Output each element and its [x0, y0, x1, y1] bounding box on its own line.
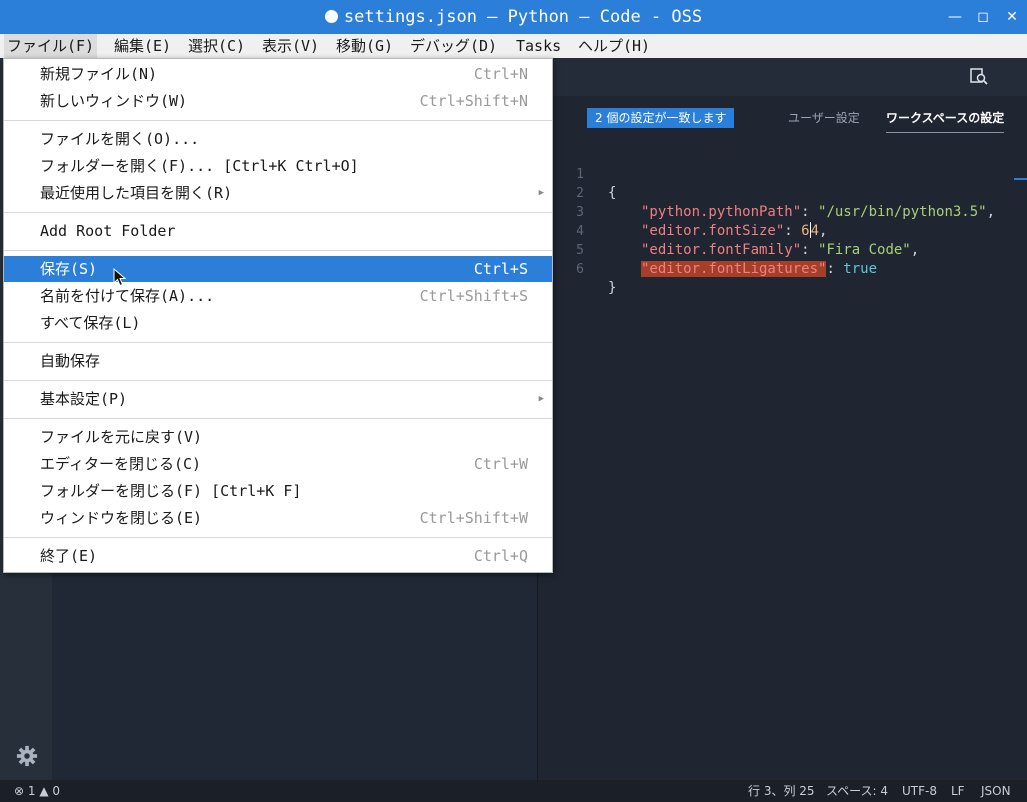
- code-line: 2 "python.pythonPath": "/usr/bin/python3…: [538, 165, 1027, 220]
- menu-item-close-editor[interactable]: エディターを閉じる(C) Ctrl+W: [4, 451, 552, 477]
- encoding[interactable]: UTF-8: [902, 780, 937, 802]
- menu-item-add-root-folder[interactable]: Add Root Folder: [4, 218, 552, 244]
- maximize-icon[interactable]: ◻: [968, 0, 998, 34]
- editor-area: 2 個の設定が一致します ユーザー設定 ワークスペースの設定 1 { 2 "py…: [537, 58, 1027, 780]
- warning-icon: ▲: [39, 784, 49, 798]
- menu-item-open-recent[interactable]: 最近使用した項目を開く(R) ▶: [4, 180, 552, 206]
- menu-item-revert-file[interactable]: ファイルを元に戻す(V): [4, 424, 552, 450]
- line-number: 6: [576, 262, 584, 277]
- menu-go[interactable]: 移動(G): [333, 34, 396, 58]
- window-title-text: settings.json — Python — Code - OSS: [343, 7, 703, 27]
- menu-item-exit[interactable]: 終了(E) Ctrl+Q: [4, 543, 552, 569]
- menu-file[interactable]: ファイル(F): [4, 34, 98, 58]
- menu-separator: [4, 418, 552, 419]
- error-icon: ⊗: [14, 784, 25, 798]
- open-settings-icon[interactable]: [970, 68, 988, 86]
- search-match-highlight: "editor.fontLigatures": [641, 261, 827, 277]
- submenu-arrow-icon: ▶: [538, 394, 544, 404]
- menu-bar: ファイル(F) 編集(E) 選択(C) 表示(V) 移動(G) デバッグ(D) …: [0, 34, 1027, 59]
- menu-item-auto-save[interactable]: 自動保存: [4, 348, 552, 374]
- menu-item-new-window[interactable]: 新しいウィンドウ(W) Ctrl+Shift+N: [4, 88, 552, 114]
- menu-separator: [4, 537, 552, 538]
- menu-view[interactable]: 表示(V): [259, 34, 322, 58]
- menu-separator: [4, 342, 552, 343]
- code-line: 5 "editor.fontLigatures": true: [538, 222, 1027, 277]
- tab-workspace-settings[interactable]: ワークスペースの設定: [886, 104, 1005, 133]
- editor-tab-row: [538, 58, 1027, 96]
- match-count-badge: 2 個の設定が一致します: [587, 108, 735, 128]
- close-icon[interactable]: ✕: [997, 0, 1027, 34]
- submenu-arrow-icon: ▶: [538, 188, 544, 198]
- file-menu-dropdown: 新規ファイル(N) Ctrl+N 新しいウィンドウ(W) Ctrl+Shift+N …: [3, 58, 553, 573]
- unsaved-dot-icon: [324, 10, 338, 23]
- language-mode[interactable]: JSON: [981, 780, 1011, 802]
- code-text: "editor.fontLigatures": true: [641, 261, 878, 277]
- menu-edit[interactable]: 編集(E): [111, 34, 174, 58]
- title-bar: settings.json — Python — Code - OSS — ◻ …: [0, 0, 1027, 34]
- menu-debug[interactable]: デバッグ(D): [407, 34, 500, 58]
- menu-item-preferences[interactable]: 基本設定(P) ▶: [4, 386, 552, 412]
- indentation[interactable]: スペース: 4: [826, 780, 888, 802]
- problems-indicator[interactable]: ⊗ 1 ▲ 0: [14, 780, 60, 802]
- menu-separator: [4, 250, 552, 251]
- menu-separator: [4, 212, 552, 213]
- menu-help[interactable]: ヘルプ(H): [575, 34, 653, 58]
- error-count: 1: [27, 784, 36, 798]
- settings-header: 2 個の設定が一致します ユーザー設定 ワークスペースの設定: [538, 104, 1027, 134]
- minimize-icon[interactable]: —: [940, 0, 970, 34]
- status-bar: ⊗ 1 ▲ 0 行 3、列 25 スペース: 4 UTF-8 LF JSON: [0, 780, 1027, 802]
- menu-item-close-folder[interactable]: フォルダーを閉じる(F) [Ctrl+K F]: [4, 478, 552, 504]
- code-line: 4 "editor.fontFamily": "Fira Code",: [538, 203, 1027, 258]
- menu-selection[interactable]: 選択(C): [185, 34, 248, 58]
- code-line: 6 }: [538, 241, 1027, 296]
- menu-tasks[interactable]: Tasks: [513, 34, 564, 58]
- cursor-position[interactable]: 行 3、列 25: [748, 780, 815, 802]
- code-editor[interactable]: 1 { 2 "python.pythonPath": "/usr/bin/pyt…: [538, 146, 1027, 296]
- menu-item-new-file[interactable]: 新規ファイル(N) Ctrl+N: [4, 61, 552, 87]
- tab-user-settings[interactable]: ユーザー設定: [788, 104, 860, 132]
- menu-item-save-as[interactable]: 名前を付けて保存(A)... Ctrl+Shift+S: [4, 283, 552, 309]
- mouse-pointer-icon: [113, 268, 127, 287]
- menu-separator: [4, 380, 552, 381]
- code-line: 3 "editor.fontSize": 64,: [538, 184, 1027, 239]
- menu-item-close-window[interactable]: ウィンドウを閉じる(E) Ctrl+Shift+W: [4, 505, 552, 531]
- code-line: 1 {: [538, 146, 1027, 201]
- menu-item-open-file[interactable]: ファイルを開く(O)...: [4, 126, 552, 152]
- warning-count: 0: [52, 784, 61, 798]
- menu-item-save-all[interactable]: すべて保存(L): [4, 310, 552, 336]
- code-text: }: [608, 280, 617, 296]
- menu-item-save[interactable]: 保存(S) Ctrl+S: [4, 256, 552, 282]
- menu-separator: [4, 120, 552, 121]
- window-title: settings.json — Python — Code - OSS: [0, 0, 1027, 34]
- end-of-line[interactable]: LF: [951, 780, 965, 802]
- menu-item-open-folder[interactable]: フォルダーを開く(F)... [Ctrl+K Ctrl+O]: [4, 153, 552, 179]
- gear-icon[interactable]: [16, 745, 38, 767]
- scrollbar-marker: [1014, 178, 1027, 180]
